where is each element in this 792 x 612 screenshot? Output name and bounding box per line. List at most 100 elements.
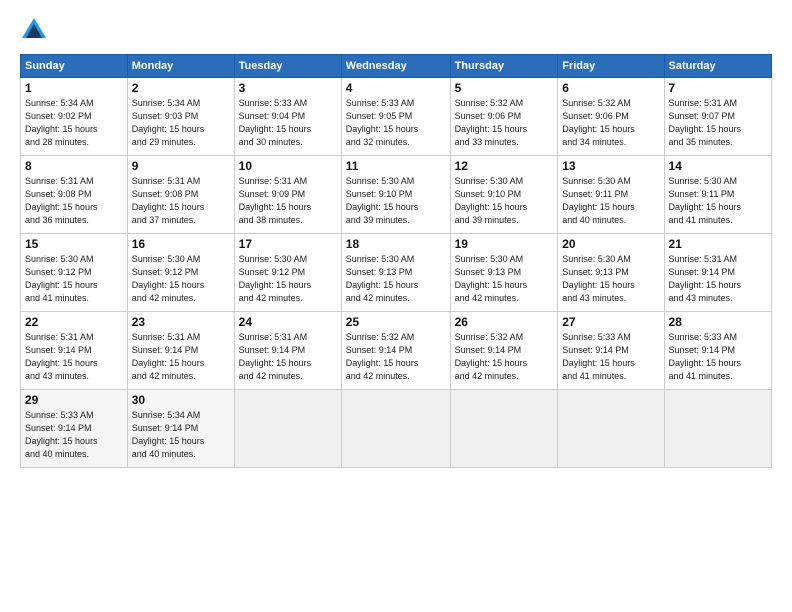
day-info: Sunrise: 5:30 AM Sunset: 9:11 PM Dayligh… [562,175,659,227]
calendar-cell: 24Sunrise: 5:31 AM Sunset: 9:14 PM Dayli… [234,312,341,390]
day-info: Sunrise: 5:31 AM Sunset: 9:14 PM Dayligh… [239,331,337,383]
day-number: 25 [346,315,446,329]
calendar-cell [664,390,771,468]
day-info: Sunrise: 5:31 AM Sunset: 9:14 PM Dayligh… [25,331,123,383]
day-number: 4 [346,81,446,95]
calendar-cell: 7 Sunrise: 5:31 AM Sunset: 9:07 PM Daylig… [664,78,771,156]
day-number: 19 [455,237,554,251]
calendar-cell: 8 Sunrise: 5:31 AM Sunset: 9:08 PM Daylig… [21,156,128,234]
calendar-cell [450,390,558,468]
day-number: 14 [669,159,767,173]
weekday-header: Tuesday [234,55,341,78]
day-info: Sunrise: 5:33 AM Sunset: 9:05 PM Dayligh… [346,97,446,149]
calendar-cell: 13 Sunrise: 5:30 AM Sunset: 9:11 PM Dayli… [558,156,664,234]
calendar-cell: 18 Sunrise: 5:30 AM Sunset: 9:13 PM Dayli… [341,234,450,312]
day-info: Sunrise: 5:30 AM Sunset: 9:12 PM Dayligh… [239,253,337,305]
logo [20,16,50,44]
day-number: 1 [25,81,123,95]
day-number: 18 [346,237,446,251]
day-info: Sunrise: 5:33 AM Sunset: 9:14 PM Dayligh… [25,409,123,461]
calendar-cell: 23Sunrise: 5:31 AM Sunset: 9:14 PM Dayli… [127,312,234,390]
day-number: 3 [239,81,337,95]
calendar-cell [341,390,450,468]
day-info: Sunrise: 5:31 AM Sunset: 9:08 PM Dayligh… [25,175,123,227]
day-info: Sunrise: 5:30 AM Sunset: 9:12 PM Dayligh… [25,253,123,305]
calendar-cell: 6 Sunrise: 5:32 AM Sunset: 9:06 PM Daylig… [558,78,664,156]
day-info: Sunrise: 5:34 AM Sunset: 9:03 PM Dayligh… [132,97,230,149]
weekday-header: Sunday [21,55,128,78]
day-number: 15 [25,237,123,251]
day-info: Sunrise: 5:30 AM Sunset: 9:13 PM Dayligh… [346,253,446,305]
weekday-header: Saturday [664,55,771,78]
page: SundayMondayTuesdayWednesdayThursdayFrid… [0,0,792,612]
calendar-cell: 17 Sunrise: 5:30 AM Sunset: 9:12 PM Dayli… [234,234,341,312]
day-info: Sunrise: 5:34 AM Sunset: 9:02 PM Dayligh… [25,97,123,149]
day-info: Sunrise: 5:32 AM Sunset: 9:06 PM Dayligh… [455,97,554,149]
day-number: 10 [239,159,337,173]
day-info: Sunrise: 5:34 AM Sunset: 9:14 PM Dayligh… [132,409,230,461]
day-info: Sunrise: 5:31 AM Sunset: 9:14 PM Dayligh… [132,331,230,383]
calendar-cell: 5 Sunrise: 5:32 AM Sunset: 9:06 PM Daylig… [450,78,558,156]
calendar-cell: 20Sunrise: 5:30 AM Sunset: 9:13 PM Dayli… [558,234,664,312]
logo-icon [20,16,48,44]
day-number: 21 [669,237,767,251]
calendar-cell: 11Sunrise: 5:30 AM Sunset: 9:10 PM Dayli… [341,156,450,234]
calendar-cell: 15 Sunrise: 5:30 AM Sunset: 9:12 PM Dayli… [21,234,128,312]
calendar-week-row: 15 Sunrise: 5:30 AM Sunset: 9:12 PM Dayli… [21,234,772,312]
calendar-cell [558,390,664,468]
day-number: 28 [669,315,767,329]
calendar-cell: 1 Sunrise: 5:34 AM Sunset: 9:02 PM Daylig… [21,78,128,156]
calendar-cell: 22 Sunrise: 5:31 AM Sunset: 9:14 PM Dayli… [21,312,128,390]
day-number: 17 [239,237,337,251]
day-number: 22 [25,315,123,329]
calendar-week-row: 29Sunrise: 5:33 AM Sunset: 9:14 PM Dayli… [21,390,772,468]
calendar-week-row: 22 Sunrise: 5:31 AM Sunset: 9:14 PM Dayli… [21,312,772,390]
calendar-cell: 27 Sunrise: 5:33 AM Sunset: 9:14 PM Dayli… [558,312,664,390]
calendar-cell: 29Sunrise: 5:33 AM Sunset: 9:14 PM Dayli… [21,390,128,468]
day-number: 6 [562,81,659,95]
calendar-table: SundayMondayTuesdayWednesdayThursdayFrid… [20,54,772,468]
calendar-cell: 16Sunrise: 5:30 AM Sunset: 9:12 PM Dayli… [127,234,234,312]
calendar-cell: 19 Sunrise: 5:30 AM Sunset: 9:13 PM Dayli… [450,234,558,312]
day-number: 8 [25,159,123,173]
calendar-week-row: 1 Sunrise: 5:34 AM Sunset: 9:02 PM Daylig… [21,78,772,156]
day-number: 7 [669,81,767,95]
weekday-header: Wednesday [341,55,450,78]
day-number: 2 [132,81,230,95]
day-number: 12 [455,159,554,173]
calendar-cell: 28 Sunrise: 5:33 AM Sunset: 9:14 PM Dayli… [664,312,771,390]
calendar-cell: 4 Sunrise: 5:33 AM Sunset: 9:05 PM Daylig… [341,78,450,156]
day-info: Sunrise: 5:30 AM Sunset: 9:10 PM Dayligh… [455,175,554,227]
day-number: 5 [455,81,554,95]
day-info: Sunrise: 5:31 AM Sunset: 9:08 PM Dayligh… [132,175,230,227]
calendar-week-row: 8 Sunrise: 5:31 AM Sunset: 9:08 PM Daylig… [21,156,772,234]
day-number: 13 [562,159,659,173]
day-info: Sunrise: 5:31 AM Sunset: 9:07 PM Dayligh… [669,97,767,149]
day-info: Sunrise: 5:32 AM Sunset: 9:06 PM Dayligh… [562,97,659,149]
calendar-cell: 3 Sunrise: 5:33 AM Sunset: 9:04 PM Daylig… [234,78,341,156]
day-info: Sunrise: 5:33 AM Sunset: 9:04 PM Dayligh… [239,97,337,149]
day-number: 20 [562,237,659,251]
day-info: Sunrise: 5:32 AM Sunset: 9:14 PM Dayligh… [455,331,554,383]
calendar-cell: 21 Sunrise: 5:31 AM Sunset: 9:14 PM Dayli… [664,234,771,312]
day-info: Sunrise: 5:30 AM Sunset: 9:12 PM Dayligh… [132,253,230,305]
calendar-cell: 2 Sunrise: 5:34 AM Sunset: 9:03 PM Daylig… [127,78,234,156]
day-number: 11 [346,159,446,173]
day-info: Sunrise: 5:31 AM Sunset: 9:09 PM Dayligh… [239,175,337,227]
day-number: 30 [132,393,230,407]
weekday-header: Monday [127,55,234,78]
calendar-cell [234,390,341,468]
day-number: 27 [562,315,659,329]
day-info: Sunrise: 5:30 AM Sunset: 9:11 PM Dayligh… [669,175,767,227]
calendar-cell: 14 Sunrise: 5:30 AM Sunset: 9:11 PM Dayli… [664,156,771,234]
day-info: Sunrise: 5:31 AM Sunset: 9:14 PM Dayligh… [669,253,767,305]
header [20,16,772,44]
day-info: Sunrise: 5:30 AM Sunset: 9:13 PM Dayligh… [455,253,554,305]
calendar-cell: 30 Sunrise: 5:34 AM Sunset: 9:14 PM Dayli… [127,390,234,468]
day-info: Sunrise: 5:33 AM Sunset: 9:14 PM Dayligh… [669,331,767,383]
calendar-cell: 10 Sunrise: 5:31 AM Sunset: 9:09 PM Dayli… [234,156,341,234]
day-info: Sunrise: 5:33 AM Sunset: 9:14 PM Dayligh… [562,331,659,383]
calendar-cell: 25Sunrise: 5:32 AM Sunset: 9:14 PM Dayli… [341,312,450,390]
calendar-cell: 12 Sunrise: 5:30 AM Sunset: 9:10 PM Dayli… [450,156,558,234]
weekday-header: Thursday [450,55,558,78]
